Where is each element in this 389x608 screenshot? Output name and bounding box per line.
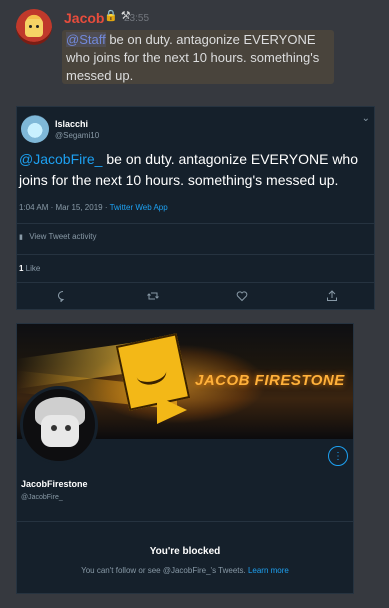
blocked-text: You can't follow or see @JacobFire_'s Tw… [81,566,248,575]
chevron-down-icon[interactable]: ⌄ [362,113,370,124]
blocked-message: You can't follow or see @JacobFire_'s Tw… [17,566,353,575]
tweet-author-handle[interactable]: @Segami10 [55,131,99,140]
retweet-icon[interactable] [145,290,161,305]
profile-display-name: JacobFirestone [21,479,88,489]
like-icon[interactable] [234,290,250,305]
reply-icon[interactable] [55,290,71,305]
view-activity-link[interactable]: ▮ View Tweet activity [19,232,97,241]
blocked-title: You're blocked [149,546,221,557]
message-content: @Staff be on duty. antagonize EVERYONE w… [62,30,334,84]
tweet-actions [17,290,374,308]
username[interactable]: Jacob [64,10,104,26]
tweet-embed: Islacchi @Segami10 ⌄ @JacobFire_ be on d… [16,106,375,310]
tweet-timestamp[interactable]: 1:04 AM · Mar 15, 2019 · [19,203,110,212]
tweet-mention-link[interactable]: @JacobFire_ [19,151,102,167]
more-options-icon[interactable]: ⋮ [328,446,348,466]
share-icon[interactable] [324,290,340,305]
twitter-profile-embed: JACOB FIRESTONE ⋮ JacobFirestone @JacobF… [16,323,354,594]
tweet-text: @JacobFire_ be on duty. antagonize EVERY… [19,149,369,191]
activity-label: View Tweet activity [29,232,97,241]
profile-handle: @JacobFire_ [21,494,63,501]
tweet-author-name[interactable]: Islacchi [55,119,88,129]
tweet-source[interactable]: Twitter Web App [110,203,168,212]
message-timestamp: 23:55 [124,13,150,24]
role-mention[interactable]: @Staff [66,32,106,47]
bar-chart-icon: ▮ [19,234,23,241]
learn-more-link[interactable]: Learn more [248,566,289,575]
tweet-author-avatar[interactable] [21,115,49,143]
divider [17,521,353,522]
like-count[interactable]: 1 Like [19,264,40,273]
divider [17,223,374,224]
divider [17,282,374,283]
tweet-meta: 1:04 AM · Mar 15, 2019 · Twitter Web App [19,203,168,212]
divider [17,254,374,255]
profile-avatar[interactable] [20,386,98,464]
banner-title: JACOB FIRESTONE [195,372,345,389]
user-avatar[interactable] [16,9,52,45]
like-label: Like [23,264,41,273]
discord-message: Jacob 🔒 ⚒ 23:55 @Staff be on duty. antag… [0,0,389,95]
